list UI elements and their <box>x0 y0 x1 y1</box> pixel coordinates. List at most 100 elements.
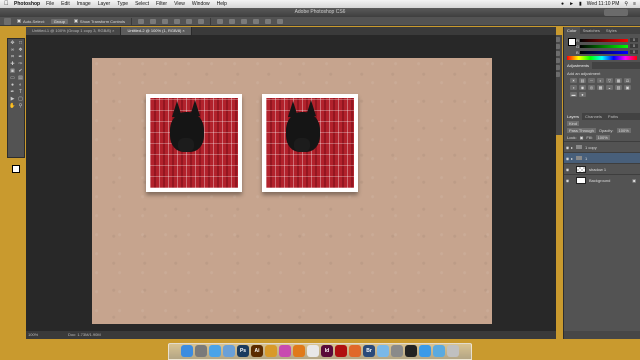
quick-select-tool-icon[interactable]: ❖ <box>17 47 24 53</box>
layer-row[interactable]: ◉ ▸ 1 copy <box>564 141 640 152</box>
volume-icon[interactable]: ► <box>569 1 574 7</box>
layer-row-selected[interactable]: ◉ ▸ 1 <box>564 152 640 163</box>
menu-window[interactable]: Window <box>192 1 210 7</box>
fill-field[interactable]: 100% <box>595 135 610 140</box>
illustrator-icon[interactable]: Ai <box>251 345 263 357</box>
history-brush-tool-icon[interactable]: ✔ <box>17 68 24 74</box>
polaroid-photo[interactable] <box>146 94 242 192</box>
align-right-icon[interactable] <box>198 18 205 24</box>
tab-channels[interactable]: Channels <box>582 113 605 120</box>
wifi-icon[interactable]: ● <box>561 1 564 7</box>
mail-icon[interactable] <box>223 345 235 357</box>
spotlight-icon[interactable]: ⚲ <box>624 1 628 7</box>
curves-icon[interactable]: ∽ <box>588 78 595 83</box>
tab-adjustments[interactable]: Adjustments <box>564 62 593 69</box>
red-slider[interactable]: R 0 <box>576 38 638 43</box>
canvas[interactable] <box>92 58 492 324</box>
zoom-level[interactable]: 100% <box>28 332 38 337</box>
menu-edit[interactable]: Edit <box>61 1 70 7</box>
battery-icon[interactable]: ▮ <box>579 1 582 7</box>
layer-name[interactable]: 1 <box>585 156 587 161</box>
calendar-icon[interactable] <box>307 345 319 357</box>
tab-color[interactable]: Color <box>564 27 580 34</box>
document-size[interactable]: Doc: 1.73M/1.90M <box>68 331 101 339</box>
zoom-tool-icon[interactable]: ⚲ <box>17 103 24 109</box>
opacity-field[interactable]: 100% <box>616 128 631 133</box>
preview-icon[interactable] <box>377 345 389 357</box>
pen-tool-icon[interactable]: ✒ <box>9 89 16 95</box>
menu-type[interactable]: Type <box>117 1 128 7</box>
launchpad-icon[interactable] <box>195 345 207 357</box>
itunes-icon[interactable] <box>279 345 291 357</box>
photos-icon[interactable] <box>265 345 277 357</box>
safari-icon[interactable] <box>209 345 221 357</box>
distribute-right-icon[interactable] <box>277 18 284 24</box>
align-middle-icon[interactable] <box>150 18 157 24</box>
channel-mixer-icon[interactable]: ◎ <box>588 85 595 90</box>
green-slider[interactable]: G 0 <box>576 44 638 49</box>
align-bottom-icon[interactable] <box>162 18 169 24</box>
app-menu-photoshop[interactable]: Photoshop <box>14 1 40 7</box>
shape-tool-icon[interactable]: ▢ <box>17 96 24 102</box>
terminal-icon[interactable] <box>405 345 417 357</box>
menu-clock[interactable]: Wed 11:10 PM <box>587 1 620 7</box>
selective-color-icon[interactable]: ● <box>579 92 586 97</box>
levels-icon[interactable]: ▤ <box>579 78 586 83</box>
bridge-icon[interactable]: Br <box>363 345 375 357</box>
vibrance-icon[interactable]: ▽ <box>606 78 613 83</box>
menu-help[interactable]: Help <box>217 1 227 7</box>
auto-select-option[interactable]: Auto-Select: <box>17 19 45 24</box>
tab-layers[interactable]: Layers <box>564 113 583 120</box>
distribute-top-icon[interactable] <box>217 18 224 24</box>
tab-untitled-2[interactable]: Untitled-2 @ 100% (1, RGB/8) × <box>121 27 192 35</box>
crop-tool-icon[interactable]: ⌗ <box>9 54 16 60</box>
gradient-map-icon[interactable]: ▬ <box>570 92 577 97</box>
type-tool-icon[interactable]: T <box>17 89 24 95</box>
ibooks-icon[interactable] <box>293 345 305 357</box>
path-select-tool-icon[interactable]: ▶ <box>9 96 16 102</box>
distribute-center-icon[interactable] <box>265 18 272 24</box>
distribute-left-icon[interactable] <box>253 18 260 24</box>
dodge-tool-icon[interactable]: ◐ <box>17 82 24 88</box>
tab-untitled-1[interactable]: Untitled-1 @ 100% (Group 1 copy 3, RGB/8… <box>26 27 122 35</box>
visibility-eye-icon[interactable]: ◉ <box>564 145 571 150</box>
brightness-contrast-icon[interactable]: ☀ <box>570 78 577 83</box>
distribute-middle-icon[interactable] <box>229 18 236 24</box>
photoshop-icon[interactable]: Ps <box>237 345 249 357</box>
align-top-icon[interactable] <box>138 18 145 24</box>
blur-tool-icon[interactable]: ● <box>9 82 16 88</box>
blend-mode-dropdown[interactable]: Pass Through <box>567 128 596 133</box>
notifications-icon[interactable]: ≡ <box>633 1 636 7</box>
menu-file[interactable]: File <box>46 1 54 7</box>
tab-styles[interactable]: Styles <box>603 27 620 34</box>
apple-menu-icon[interactable]:  <box>4 1 10 7</box>
tab-paths[interactable]: Paths <box>605 113 621 120</box>
red-value[interactable]: 0 <box>630 38 638 42</box>
invert-icon[interactable]: ◒ <box>606 85 613 90</box>
hand-tool-icon[interactable]: ✋ <box>9 103 16 109</box>
finder-icon[interactable] <box>181 345 193 357</box>
foreground-color-swatch[interactable] <box>12 165 20 173</box>
lasso-tool-icon[interactable]: ∞ <box>9 47 16 53</box>
photo-filter-icon[interactable]: ◉ <box>579 85 586 90</box>
firefox-icon[interactable] <box>349 345 361 357</box>
folder-icon[interactable] <box>433 345 445 357</box>
blue-slider[interactable]: B 0 <box>576 50 638 55</box>
distribute-bottom-icon[interactable] <box>241 18 248 24</box>
show-transform-checkbox[interactable] <box>73 19 78 24</box>
stamp-tool-icon[interactable]: ▣ <box>9 68 16 74</box>
layer-name[interactable]: Background <box>589 178 610 183</box>
tab-swatches[interactable]: Swatches <box>580 27 603 34</box>
exposure-icon[interactable]: ◐ <box>597 78 604 83</box>
hue-saturation-icon[interactable]: ▦ <box>615 78 622 83</box>
blue-value[interactable]: 0 <box>630 50 638 54</box>
color-balance-icon[interactable]: ⚖ <box>624 78 631 83</box>
menu-view[interactable]: View <box>174 1 185 7</box>
align-left-icon[interactable] <box>174 18 181 24</box>
align-center-icon[interactable] <box>186 18 193 24</box>
lock-icon[interactable]: ▣ <box>580 135 584 140</box>
app-store-icon[interactable] <box>419 345 431 357</box>
indesign-icon[interactable]: Id <box>321 345 333 357</box>
eraser-tool-icon[interactable]: ▭ <box>9 75 16 81</box>
gradient-tool-icon[interactable]: ▤ <box>17 75 24 81</box>
